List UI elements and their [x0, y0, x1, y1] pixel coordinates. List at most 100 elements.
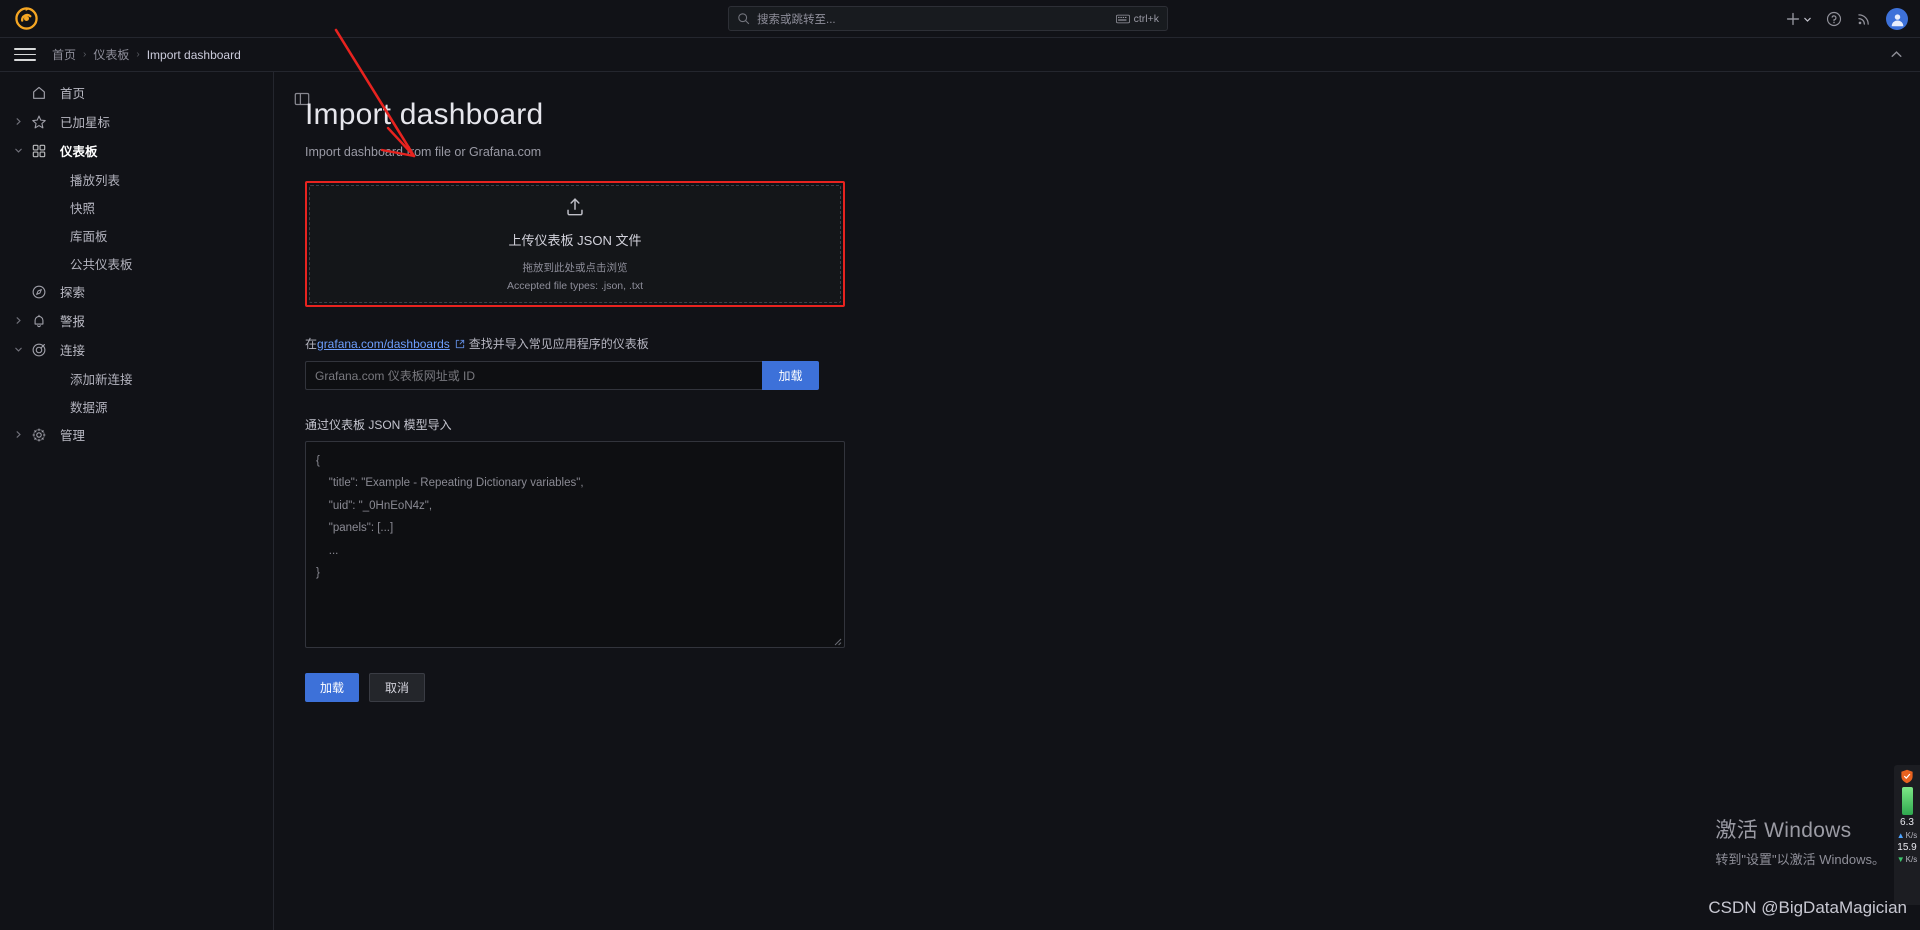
plus-icon[interactable] [1785, 11, 1801, 27]
network-speed-widget[interactable]: 6.3 ▲ K/s 15.9 ▼ K/s [1894, 765, 1920, 905]
page-title: Import dashboard [305, 98, 544, 131]
breadcrumb-item-dashboards[interactable]: 仪表板 [93, 46, 129, 63]
grafana-com-suffix: 查找并导入常见应用程序的仪表板 [468, 337, 649, 351]
expander-placeholder [8, 282, 28, 302]
app-root: 搜索或跳转至... ctrl+k 首页 › 仪表板 › Import dashb… [0, 0, 1920, 930]
chevron-right-icon[interactable] [8, 112, 28, 132]
upload-speed-value: 6.3 [1900, 817, 1914, 828]
chevron-down-icon[interactable] [8, 141, 28, 161]
form-actions: 加载 取消 [305, 673, 1405, 702]
import-form: Import dashboard Import dashboard from f… [305, 97, 1405, 702]
network-level-bar [1901, 787, 1913, 815]
cancel-button[interactable]: 取消 [369, 673, 426, 702]
sidebar-item-label: 管理 [60, 429, 86, 443]
json-model-textarea[interactable] [305, 441, 845, 648]
shield-icon [1901, 769, 1913, 784]
sidebar-item-label: 连接 [60, 344, 86, 358]
sidebar-item-label: 播放列表 [70, 173, 121, 188]
sidebar-item-public-dashboards[interactable]: 公共仪表板 [0, 249, 273, 277]
breadcrumb-separator: › [83, 49, 87, 60]
upload-dropzone[interactable]: 上传仪表板 JSON 文件 拖放到此处或点击浏览 Accepted file t… [309, 185, 841, 303]
breadcrumb-bar: 首页 › 仪表板 › Import dashboard [0, 38, 1920, 72]
keyboard-icon [1115, 14, 1130, 23]
sidebar-item-administration[interactable]: 管理 [0, 420, 273, 449]
upload-dropzone-wrapper: 上传仪表板 JSON 文件 拖放到此处或点击浏览 Accepted file t… [305, 181, 845, 307]
chevron-down-icon[interactable] [8, 340, 28, 360]
grafana-logo-icon[interactable] [14, 7, 38, 31]
breadcrumb: 首页 › 仪表板 › Import dashboard [52, 46, 241, 63]
download-speed-unit: ▼ K/s [1896, 855, 1918, 865]
download-speed-value: 15.9 [1897, 841, 1917, 853]
upload-dropzone-title: 上传仪表板 JSON 文件 [508, 233, 642, 248]
chevron-right-icon[interactable] [8, 311, 28, 331]
rss-icon[interactable] [1856, 11, 1872, 27]
sidebar: 首页 已加星标 仪表板 播放列表 快照 库面板 公共仪表板 探索 警报 连接 添… [0, 72, 274, 930]
sidebar-item-label: 探索 [60, 286, 86, 300]
main-content: Import dashboard Import dashboard from f… [274, 72, 1920, 930]
sidebar-item-starred[interactable]: 已加星标 [0, 107, 273, 136]
search-shortcut-hint: ctrl+k [1115, 12, 1159, 25]
upload-dropzone-hint: 拖放到此处或点击浏览 [522, 262, 628, 274]
page-subtitle: Import dashboard from file or Grafana.co… [305, 145, 542, 159]
dashboards-grid-icon [28, 140, 50, 162]
sidebar-item-label: 添加新连接 [70, 372, 133, 387]
upload-accepted-types: Accepted file types: .json, .txt [507, 280, 643, 292]
avatar-user-icon [1891, 13, 1903, 26]
breadcrumb-item-home[interactable]: 首页 [52, 46, 76, 63]
grafana-com-url-row: 加载 [305, 361, 1405, 390]
compass-icon [28, 281, 50, 303]
sidebar-item-label: 公共仪表板 [70, 257, 133, 272]
sidebar-item-label: 已加星标 [60, 116, 111, 130]
sidebar-item-dashboards[interactable]: 仪表板 [0, 136, 273, 165]
sidebar-item-add-new-connection[interactable]: 添加新连接 [0, 364, 273, 392]
chevron-right-icon[interactable] [8, 425, 28, 445]
json-model-label: 通过仪表板 JSON 模型导入 [305, 418, 452, 432]
sidebar-item-label: 快照 [70, 201, 96, 216]
grafana-com-dashboards-link[interactable]: grafana.com/dashboards [317, 337, 450, 351]
watermark-subtitle: 转到"设置"以激活 Windows。 [1715, 852, 1885, 867]
avatar[interactable] [1886, 8, 1908, 30]
sidebar-item-data-sources[interactable]: 数据源 [0, 392, 273, 420]
search-shortcut-text: ctrl+k [1133, 12, 1159, 25]
footer-credit: CSDN @BigDataMagician [1708, 898, 1907, 917]
sidebar-item-home[interactable]: 首页 [0, 78, 273, 107]
download-unit-label: K/s [1905, 855, 1918, 865]
sidebar-item-snapshots[interactable]: 快照 [0, 193, 273, 221]
sidebar-item-playlists[interactable]: 播放列表 [0, 165, 273, 193]
breadcrumb-item-current: Import dashboard [146, 47, 241, 62]
sidebar-item-explore[interactable]: 探索 [0, 277, 273, 306]
sidebar-item-alerting[interactable]: 警报 [0, 306, 273, 335]
search-placeholder: 搜索或跳转至... [757, 13, 836, 26]
search-icon [738, 13, 750, 25]
sidebar-item-label: 仪表板 [60, 145, 98, 159]
bell-icon [28, 310, 50, 332]
chevron-up-icon[interactable] [1889, 47, 1904, 62]
json-textarea-wrapper [305, 433, 845, 653]
help-circle-icon[interactable] [1826, 11, 1842, 27]
connections-icon [28, 339, 50, 361]
home-icon [28, 82, 50, 104]
upload-speed-unit: ▲ K/s [1896, 830, 1918, 840]
windows-activation-watermark: 激活 Windows 转到"设置"以激活 Windows。 [1715, 814, 1885, 868]
sidebar-item-label: 数据源 [70, 400, 108, 415]
expander-placeholder [8, 83, 28, 103]
topbar-actions [1785, 0, 1908, 38]
sidebar-item-label: 警报 [60, 315, 86, 329]
hamburger-menu-icon[interactable] [14, 44, 36, 66]
upload-unit-label: K/s [1905, 830, 1918, 840]
add-new-button[interactable] [1785, 11, 1812, 27]
search-input[interactable]: 搜索或跳转至... ctrl+k [728, 6, 1168, 31]
sidebar-item-library-panels[interactable]: 库面板 [0, 221, 273, 249]
sidebar-item-label: 库面板 [70, 229, 108, 244]
load-url-button[interactable]: 加载 [762, 361, 819, 390]
download-arrow-icon: ▼ [1896, 855, 1905, 865]
sidebar-item-connections[interactable]: 连接 [0, 335, 273, 364]
grafana-com-hint: 在 grafana.com/dashboards 查找并导入常见应用程序的仪表板 [305, 335, 1405, 352]
gear-icon [28, 424, 50, 446]
load-button[interactable]: 加载 [305, 673, 360, 702]
chevron-down-icon[interactable] [1803, 15, 1812, 24]
grafana-com-url-input[interactable] [305, 361, 762, 390]
upload-arrow-icon: ▲ [1896, 830, 1905, 840]
sidebar-item-label: 首页 [60, 87, 86, 101]
external-link-icon[interactable] [455, 339, 465, 349]
